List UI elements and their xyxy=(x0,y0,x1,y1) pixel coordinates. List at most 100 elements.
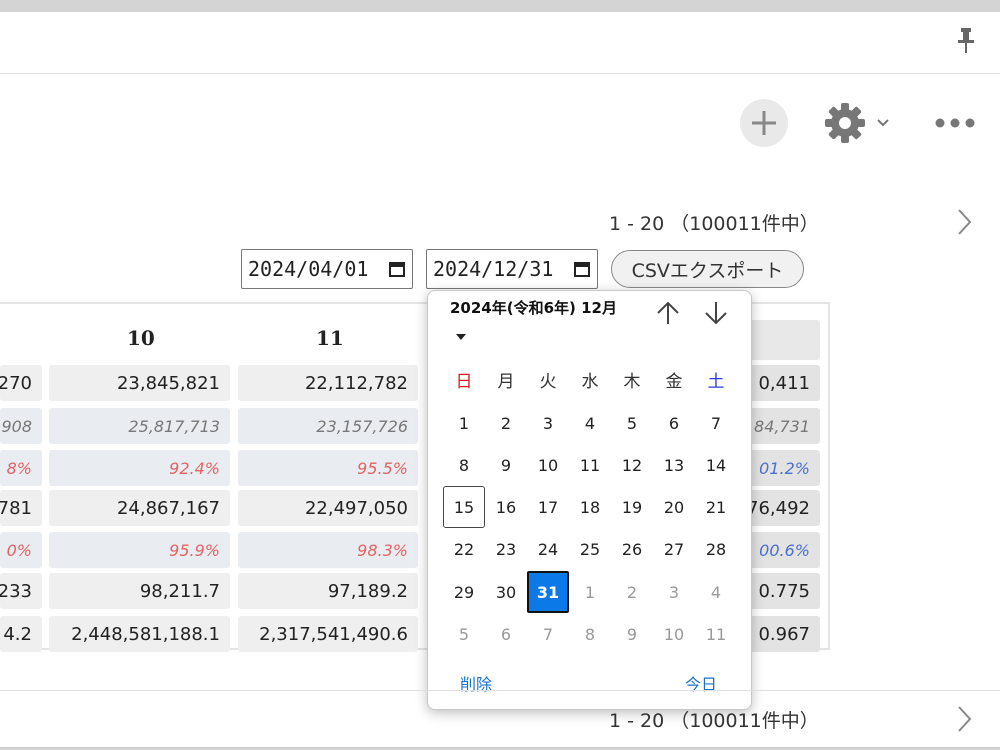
csv-export-button[interactable]: CSVエクスポート xyxy=(611,250,804,288)
calendar-day[interactable]: 1 xyxy=(443,402,485,444)
calendar-day[interactable]: 3 xyxy=(527,402,569,444)
calendar-day[interactable]: 24 xyxy=(527,528,569,570)
calendar-icon[interactable] xyxy=(388,260,406,278)
table-cell: 233 xyxy=(0,573,42,609)
table-cell: 95.9% xyxy=(49,532,230,568)
start-date-input[interactable]: 2024/04/01 xyxy=(241,249,413,289)
weekday-label: 水 xyxy=(581,372,599,392)
table-cell: 2,448,581,188.1 xyxy=(49,616,230,652)
calendar-day[interactable]: 10 xyxy=(527,444,569,486)
more-options-button[interactable] xyxy=(930,110,980,136)
footer-divider xyxy=(0,690,1000,691)
table-cell: 0,411 xyxy=(745,365,820,401)
calendar-day[interactable]: 30 xyxy=(485,571,527,613)
table-cell: 0% xyxy=(0,532,42,568)
table-cell: 01.2% xyxy=(745,450,820,486)
table-cell: 76,492 xyxy=(745,490,820,526)
clear-date-link[interactable]: 削除 xyxy=(460,671,492,695)
weekday-label: 金 xyxy=(665,372,683,392)
weekday-label: 日 xyxy=(455,372,473,392)
pagination-info-top: 1 - 20 （100011件中） xyxy=(609,213,819,235)
table-cell: 8% xyxy=(0,450,42,486)
calendar-day[interactable]: 26 xyxy=(611,528,653,570)
calendar-day[interactable]: 10 xyxy=(653,613,695,655)
date-picker-popup: 2024年(令和6年) 12月 日月火水木金土 1 2 3 4 5 6 7 8 9 10 11 12 1… xyxy=(427,290,752,710)
table-cell: 00.6% xyxy=(745,532,820,568)
table-cell: 92.4% xyxy=(49,450,230,486)
calendar-day[interactable]: 8 xyxy=(443,444,485,486)
table-cell: 0.775 xyxy=(745,573,820,609)
calendar-day[interactable]: 18 xyxy=(569,486,611,528)
weekday-label: 土 xyxy=(707,372,725,392)
table-cell: 23,157,726 xyxy=(238,408,418,444)
gear-icon xyxy=(825,103,865,143)
calendar-day[interactable]: 29 xyxy=(443,571,485,613)
weekday-label: 月 xyxy=(497,372,515,392)
table-cell: 2,317,541,490.6 xyxy=(238,616,418,652)
calendar-day[interactable]: 1 xyxy=(569,571,611,613)
chevron-right-icon[interactable] xyxy=(952,703,976,735)
arrow-down-icon[interactable] xyxy=(702,299,730,327)
table-cell: 24,867,167 xyxy=(49,490,230,526)
weekday-label: 火 xyxy=(539,372,557,392)
calendar-day[interactable]: 27 xyxy=(653,528,695,570)
calendar-day[interactable]: 15 xyxy=(443,486,485,528)
calendar-day[interactable]: 11 xyxy=(569,444,611,486)
pagination-info-bottom: 1 - 20 （100011件中） xyxy=(609,710,819,732)
caret-down-icon xyxy=(456,333,466,340)
calendar-icon[interactable] xyxy=(573,260,591,278)
start-date-value: 2024/04/01 xyxy=(248,257,369,281)
settings-button[interactable] xyxy=(822,100,894,146)
table-cell: 25,817,713 xyxy=(49,408,230,444)
add-button[interactable] xyxy=(740,99,788,147)
calendar-day[interactable]: 6 xyxy=(485,613,527,655)
calendar-day[interactable]: 9 xyxy=(485,444,527,486)
calendar-day[interactable]: 5 xyxy=(443,613,485,655)
top-bar xyxy=(0,12,1000,74)
calendar-day[interactable]: 21 xyxy=(695,486,737,528)
calendar-day[interactable]: 4 xyxy=(695,571,737,613)
calendar-day[interactable]: 11 xyxy=(695,613,737,655)
table-cell: 97,189.2 xyxy=(238,573,418,609)
calendar-day[interactable]: 31 xyxy=(527,571,569,613)
table-cell: 98.3% xyxy=(238,532,418,568)
table-cell: 270 xyxy=(0,365,42,401)
calendar-day[interactable]: 6 xyxy=(653,402,695,444)
calendar-day[interactable]: 16 xyxy=(485,486,527,528)
table-cell: 781 xyxy=(0,490,42,526)
month-selector[interactable]: 2024年(令和6年) 12月 xyxy=(450,294,620,350)
calendar-day[interactable]: 13 xyxy=(653,444,695,486)
table-cell: 95.5% xyxy=(238,450,418,486)
calendar-day[interactable]: 23 xyxy=(485,528,527,570)
ellipsis-icon xyxy=(935,118,975,128)
today-link[interactable]: 今日 xyxy=(685,671,717,695)
arrow-up-icon[interactable] xyxy=(654,299,682,327)
table-cell: 98,211.7 xyxy=(49,573,230,609)
calendar-day[interactable]: 22 xyxy=(443,528,485,570)
calendar-day[interactable]: 5 xyxy=(611,402,653,444)
calendar-day[interactable]: 9 xyxy=(611,613,653,655)
end-date-input[interactable]: 2024/12/31 xyxy=(426,249,598,289)
calendar-day[interactable]: 2 xyxy=(485,402,527,444)
calendar-day[interactable]: 12 xyxy=(611,444,653,486)
calendar-day[interactable]: 8 xyxy=(569,613,611,655)
chevron-down-icon xyxy=(877,119,889,127)
calendar-day[interactable]: 17 xyxy=(527,486,569,528)
column-header-blank xyxy=(745,320,820,360)
calendar-day[interactable]: 28 xyxy=(695,528,737,570)
chevron-right-icon[interactable] xyxy=(952,206,976,238)
table-cell: 0.967 xyxy=(745,616,820,652)
calendar-day[interactable]: 7 xyxy=(695,402,737,444)
plus-icon xyxy=(752,111,776,135)
pin-icon[interactable] xyxy=(955,26,977,56)
calendar-day[interactable]: 20 xyxy=(653,486,695,528)
calendar-day[interactable]: 4 xyxy=(569,402,611,444)
calendar-day[interactable]: 2 xyxy=(611,571,653,613)
calendar-day[interactable]: 14 xyxy=(695,444,737,486)
calendar-day[interactable]: 3 xyxy=(653,571,695,613)
calendar-day[interactable]: 19 xyxy=(611,486,653,528)
calendar-day[interactable]: 7 xyxy=(527,613,569,655)
table-cell: 22,497,050 xyxy=(238,490,418,526)
table-cell: 4.2 xyxy=(0,616,42,652)
calendar-day[interactable]: 25 xyxy=(569,528,611,570)
